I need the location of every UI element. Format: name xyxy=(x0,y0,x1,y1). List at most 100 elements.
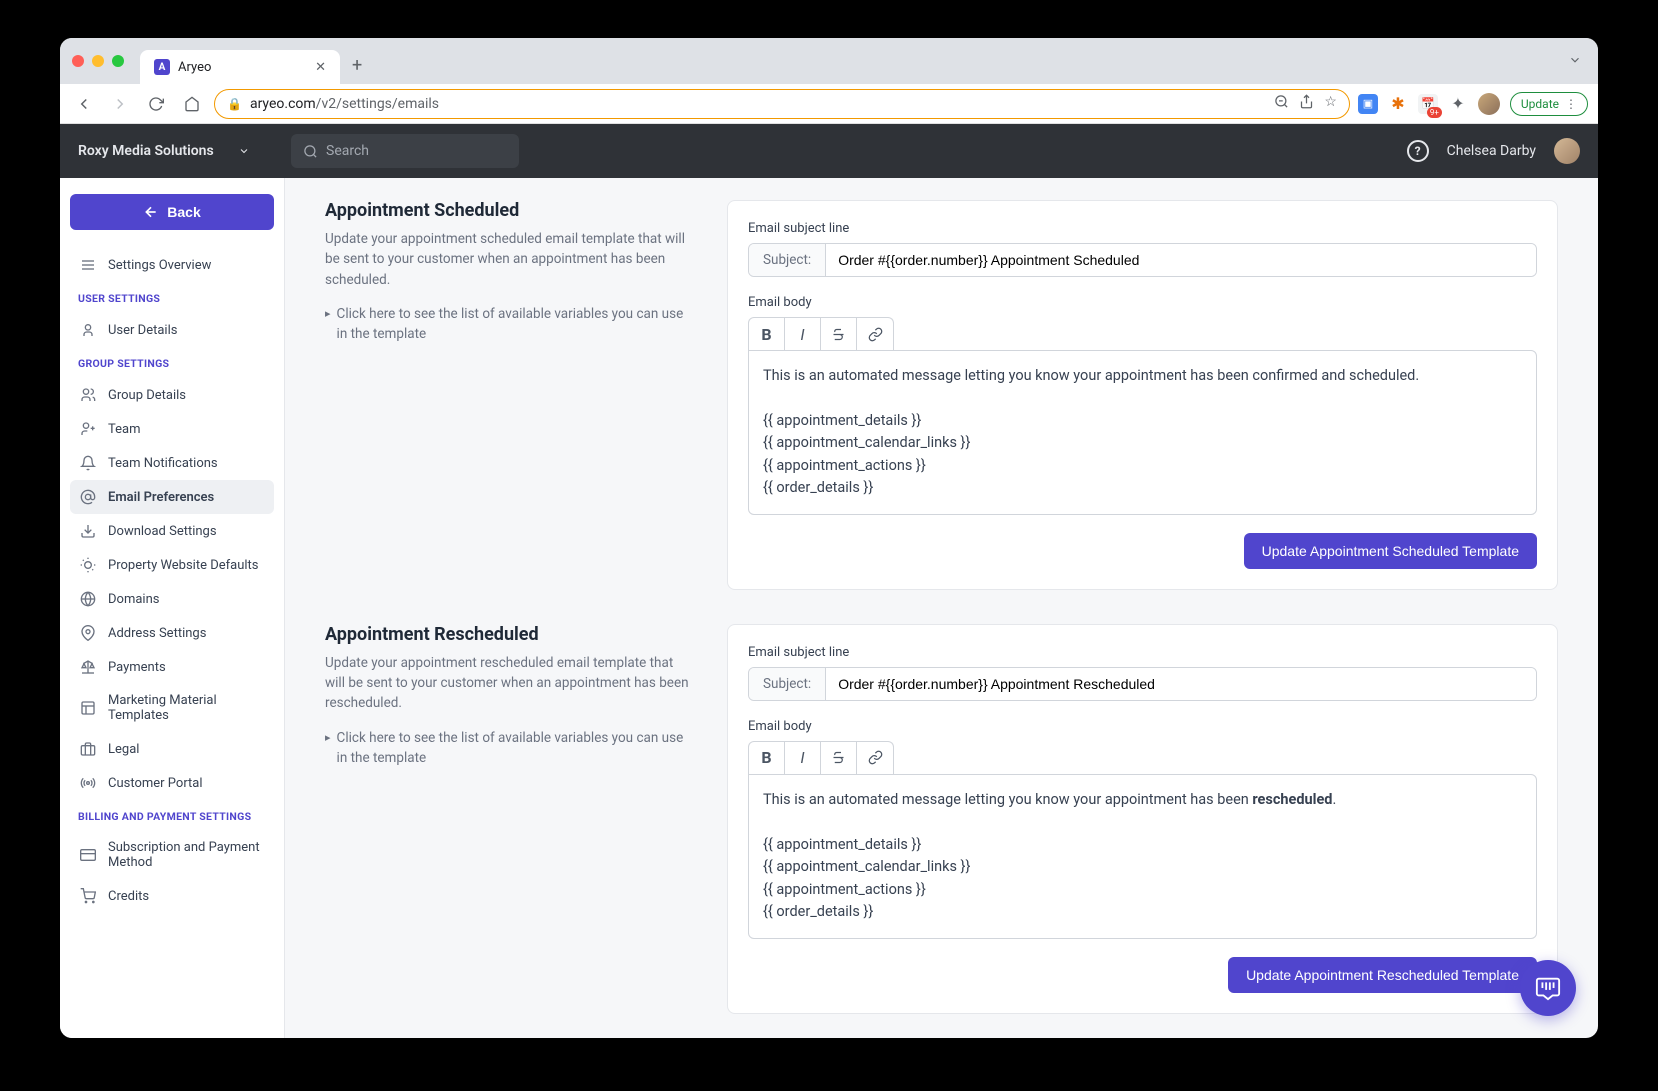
sidebar-item-user-details[interactable]: User Details xyxy=(70,313,274,347)
app-topbar: Roxy Media Solutions Search ? Chelsea Da… xyxy=(60,124,1598,178)
credit-card-icon xyxy=(80,847,96,863)
sidebar-item-label: Legal xyxy=(108,742,139,757)
chevron-down-icon xyxy=(238,145,250,157)
window-close-button[interactable] xyxy=(72,55,84,67)
browser-update-button[interactable]: Update⋮ xyxy=(1510,92,1588,116)
section-appointment-scheduled: Appointment Scheduled Update your appoin… xyxy=(325,200,1558,590)
back-label: Back xyxy=(167,204,200,220)
sidebar-item-label: Payments xyxy=(108,660,166,675)
nav-home-button[interactable] xyxy=(178,90,206,118)
sidebar-item-domains[interactable]: Domains xyxy=(70,582,274,616)
intercom-launcher[interactable] xyxy=(1520,960,1576,1016)
subject-input[interactable] xyxy=(826,668,1536,700)
italic-button[interactable]: I xyxy=(785,742,821,774)
nav-forward-button[interactable] xyxy=(106,90,134,118)
strikethrough-button[interactable] xyxy=(821,318,857,350)
extension-loom-icon[interactable]: ✱ xyxy=(1388,94,1408,114)
sidebar-item-label: Address Settings xyxy=(108,626,206,641)
italic-button[interactable]: I xyxy=(785,318,821,350)
sidebar-item-email-preferences[interactable]: Email Preferences xyxy=(70,480,274,514)
intercom-icon xyxy=(1535,975,1561,1001)
sidebar-item-download-settings[interactable]: Download Settings xyxy=(70,514,274,548)
help-button[interactable]: ? xyxy=(1407,140,1429,162)
sidebar-item-label: Group Details xyxy=(108,388,186,403)
bold-button[interactable]: B xyxy=(749,742,785,774)
bookmark-star-icon[interactable]: ☆ xyxy=(1324,94,1337,113)
extension-calendar-icon[interactable]: 📅 xyxy=(1418,94,1438,114)
update-template-button[interactable]: Update Appointment Scheduled Template xyxy=(1244,533,1537,569)
chrome-tab-strip: A Aryeo ✕ + xyxy=(60,38,1598,84)
sidebar-item-legal[interactable]: Legal xyxy=(70,732,274,766)
user-plus-icon xyxy=(80,421,96,437)
browser-tab[interactable]: A Aryeo ✕ xyxy=(140,50,340,84)
sidebar-item-customer-portal[interactable]: Customer Portal xyxy=(70,766,274,800)
variables-disclosure[interactable]: Click here to see the list of available … xyxy=(325,304,695,345)
link-button[interactable] xyxy=(857,742,893,774)
sidebar-item-group-details[interactable]: Group Details xyxy=(70,378,274,412)
body-line: {{ order_details }} xyxy=(763,477,1522,499)
body-line: {{ order_details }} xyxy=(763,901,1522,923)
extension-zoom-icon[interactable]: ▣ xyxy=(1358,94,1378,114)
subject-input[interactable] xyxy=(826,244,1536,276)
sidebar-section-title: USER SETTINGS xyxy=(70,282,274,313)
sidebar-item-label: Settings Overview xyxy=(108,258,211,273)
sidebar-item-label: Subscription and Payment Method xyxy=(108,840,264,870)
chrome-toolbar: 🔒 aryeo.com/v2/settings/emails ☆ ▣ ✱ 📅 ✦… xyxy=(60,84,1598,124)
sidebar-item-label: Domains xyxy=(108,592,159,607)
sidebar-item-label: Email Preferences xyxy=(108,490,214,505)
cart-icon xyxy=(80,888,96,904)
strikethrough-button[interactable] xyxy=(821,742,857,774)
sidebar-item-label: Customer Portal xyxy=(108,776,203,791)
body-line: {{ appointment_actions }} xyxy=(763,879,1522,901)
subject-row: Subject: xyxy=(748,243,1537,277)
close-tab-icon[interactable]: ✕ xyxy=(315,60,326,75)
sidebar-item-property-website-defaults[interactable]: Property Website Defaults xyxy=(70,548,274,582)
sidebar-section-title: GROUP SETTINGS xyxy=(70,347,274,378)
org-switcher[interactable]: Roxy Media Solutions xyxy=(78,143,273,159)
menu-icon xyxy=(80,257,96,273)
email-template-card: Email subject line Subject: Email body B… xyxy=(727,624,1558,1014)
extensions-row: ▣ ✱ 📅 ✦ Update⋮ xyxy=(1358,92,1588,116)
user-avatar[interactable] xyxy=(1554,138,1580,164)
back-button[interactable]: Back xyxy=(70,194,274,230)
search-input[interactable]: Search xyxy=(291,134,519,168)
sidebar-item-credits[interactable]: Credits xyxy=(70,879,274,913)
sidebar-section-title: BILLING AND PAYMENT SETTINGS xyxy=(70,800,274,831)
search-icon xyxy=(303,144,318,159)
sidebar-item-overview[interactable]: Settings Overview xyxy=(70,248,274,282)
sidebar-item-subscription[interactable]: Subscription and Payment Method xyxy=(70,831,274,879)
extensions-menu-icon[interactable]: ✦ xyxy=(1448,94,1468,114)
sidebar-item-address-settings[interactable]: Address Settings xyxy=(70,616,274,650)
subject-heading: Email subject line xyxy=(748,645,1537,660)
window-zoom-button[interactable] xyxy=(112,55,124,67)
body-editor[interactable]: This is an automated message letting you… xyxy=(748,350,1537,515)
kebab-icon: ⋮ xyxy=(1565,97,1577,111)
link-button[interactable] xyxy=(857,318,893,350)
address-bar[interactable]: 🔒 aryeo.com/v2/settings/emails ☆ xyxy=(214,89,1350,119)
section-description: Update your appointment rescheduled emai… xyxy=(325,653,695,714)
nav-reload-button[interactable] xyxy=(142,90,170,118)
update-template-button[interactable]: Update Appointment Rescheduled Template xyxy=(1228,957,1537,993)
bold-button[interactable]: B xyxy=(749,318,785,350)
subject-row: Subject: xyxy=(748,667,1537,701)
tabs-dropdown-icon[interactable] xyxy=(1564,48,1586,75)
tab-title: Aryeo xyxy=(178,60,211,75)
body-heading: Email body xyxy=(748,719,1537,734)
zoom-icon[interactable] xyxy=(1274,94,1289,113)
browser-window: A Aryeo ✕ + 🔒 aryeo.com/v2/settings/emai… xyxy=(60,38,1598,1038)
body-editor[interactable]: This is an automated message letting you… xyxy=(748,774,1537,939)
sidebar-item-marketing-templates[interactable]: Marketing Material Templates xyxy=(70,684,274,732)
sidebar-item-team-notifications[interactable]: Team Notifications xyxy=(70,446,274,480)
section-appointment-rescheduled: Appointment Rescheduled Update your appo… xyxy=(325,624,1558,1014)
traffic-lights xyxy=(72,55,124,67)
briefcase-icon xyxy=(80,741,96,757)
share-icon[interactable] xyxy=(1299,94,1314,113)
sidebar-item-payments[interactable]: Payments xyxy=(70,650,274,684)
nav-back-button[interactable] xyxy=(70,90,98,118)
variables-disclosure[interactable]: Click here to see the list of available … xyxy=(325,728,695,769)
sidebar-item-team[interactable]: Team xyxy=(70,412,274,446)
window-minimize-button[interactable] xyxy=(92,55,104,67)
profile-avatar[interactable] xyxy=(1478,93,1500,115)
map-pin-icon xyxy=(80,625,96,641)
new-tab-button[interactable]: + xyxy=(344,51,370,80)
